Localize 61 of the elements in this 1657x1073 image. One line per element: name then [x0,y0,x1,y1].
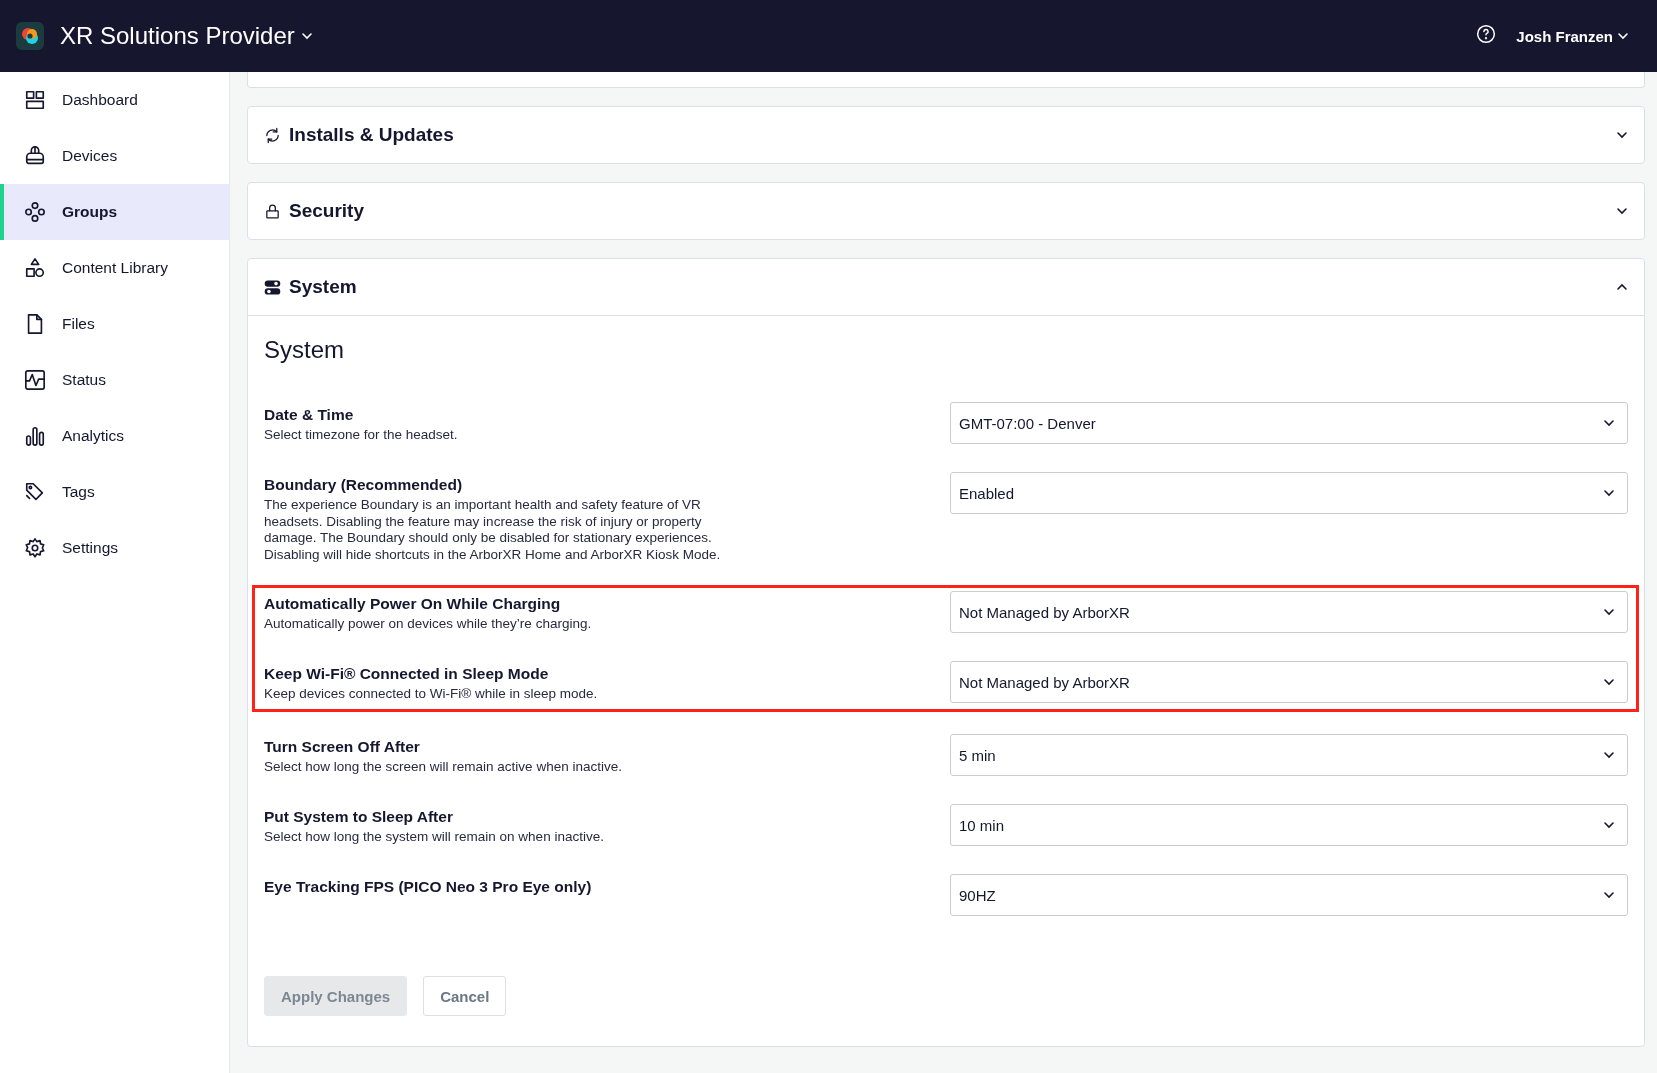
sidebar-item[interactable]: Groups [0,184,229,240]
cancel-button[interactable]: Cancel [423,976,507,1016]
settings-icon [24,537,46,559]
accordion-header[interactable]: Installs & Updates [248,107,1644,163]
sidebar-item[interactable]: Content Library [0,240,229,296]
accordion-header[interactable]: Security [248,183,1644,239]
select-dropdown[interactable]: GMT-07:00 - Denver [950,402,1628,444]
chevron-down-icon [1603,819,1615,831]
sidebar-item[interactable]: Tags [0,464,229,520]
select-dropdown[interactable]: Not Managed by ArborXR [950,591,1628,633]
chevron-down-icon [300,30,313,42]
chevron-down-icon [1603,487,1615,499]
activity-icon [24,369,46,391]
select-dropdown[interactable]: 10 min [950,804,1628,846]
select-dropdown[interactable]: Not Managed by ArborXR [950,661,1628,703]
chevron-down-icon [1603,606,1615,618]
select-dropdown[interactable]: 90HZ [950,874,1628,916]
sidebar-item[interactable]: Status [0,352,229,408]
groups-icon [24,201,46,223]
sidebar-item[interactable]: Dashboard [0,72,229,128]
chevron-down-icon [1616,205,1628,217]
setting-description: The experience Boundary is an important health and safety feature of VR headsets. Disabling the feature may increase the risk of injury or property damage. The Boundary should only be disabled for stationary experiences. Disabling will hide shortcuts in the ArborXR Home and ArborXR Kiosk Mode. [264,497,722,563]
setting-description: Select how long the screen will remain active when inactive. [264,759,623,776]
setting-title: Keep Wi-Fi® Connected in Sleep Mode [264,665,550,683]
setting-title: Turn Screen Off After [264,738,421,756]
tag-icon [24,481,46,503]
sidebar-item[interactable]: Settings [0,520,229,576]
user-menu[interactable]: Josh Franzen [1510,26,1635,46]
setting-description: Automatically power on devices while they’re charging. [264,616,593,633]
help-icon [1476,24,1497,44]
section-heading: System [264,336,345,364]
chevron-down-icon [1617,30,1629,42]
chevron-up-icon [1616,281,1628,293]
setting-title: Eye Tracking FPS (PICO Neo 3 Pro Eye only) [264,878,593,896]
dashboard-icon [24,89,46,111]
select-dropdown[interactable]: 5 min [950,734,1628,776]
chevron-down-icon [1603,417,1615,429]
setting-description: Select how long the system will remain on when inactive. [264,829,605,846]
shapes-icon [24,257,46,279]
setting-description: Select timezone for the headset. [264,427,459,444]
chevron-down-icon [1603,676,1615,688]
setting-title: Put System to Sleep After [264,808,454,826]
chevron-down-icon [1603,749,1615,761]
setting-title: Boundary (Recommended) [264,476,464,494]
logo-icon [16,22,44,50]
organization-dropdown[interactable]: XR Solutions Provider [60,22,313,50]
chevron-down-icon [1616,129,1628,141]
bar-chart-icon [24,425,46,447]
setting-description: Keep devices connected to Wi-Fi® while in sleep mode. [264,686,599,703]
setting-title: Date & Time [264,406,355,424]
lock-icon [264,202,281,220]
toggle-icon [264,278,281,296]
headset-icon [24,145,46,167]
refresh-icon [264,126,281,144]
setting-title: Automatically Power On While Charging [264,595,562,613]
accordion-header[interactable]: System [248,259,1644,316]
sidebar-item[interactable]: Analytics [0,408,229,464]
chevron-down-icon [1603,889,1615,901]
sidebar-item[interactable]: Files [0,296,229,352]
select-dropdown[interactable]: Enabled [950,472,1628,514]
sidebar-item[interactable]: Devices [0,128,229,184]
